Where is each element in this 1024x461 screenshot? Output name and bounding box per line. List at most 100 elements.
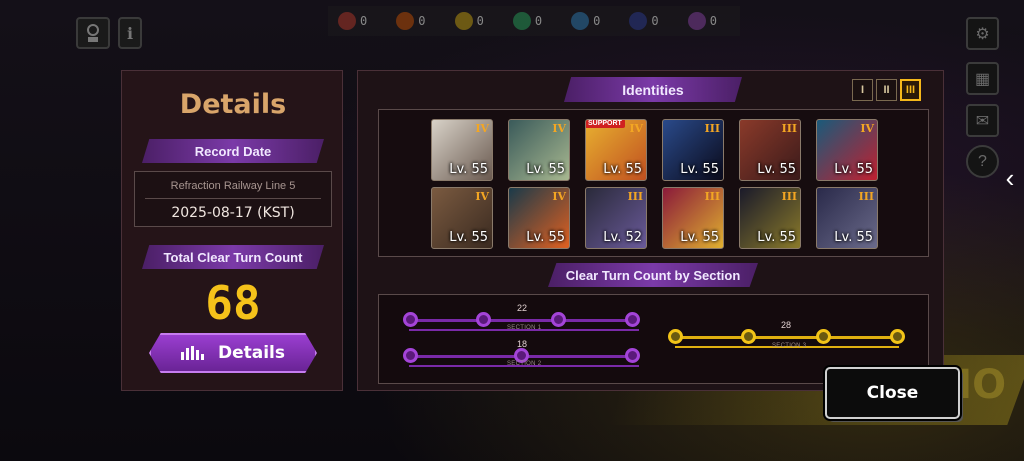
help-button[interactable]: ? <box>966 145 999 178</box>
identity-card[interactable]: IV Lv. 55 <box>816 119 878 181</box>
question-icon: ? <box>978 152 987 170</box>
resource-value: 0 <box>651 14 659 28</box>
identity-card[interactable]: SUPPORT IV Lv. 55 <box>585 119 647 181</box>
identity-card[interactable]: IV Lv. 55 <box>508 187 570 249</box>
support-badge: SUPPORT <box>586 120 625 128</box>
identity-level: Lv. 55 <box>449 230 488 245</box>
identity-level: Lv. 55 <box>834 230 873 245</box>
details-button-label: Details <box>217 343 285 363</box>
identity-level: Lv. 55 <box>757 230 796 245</box>
section-1-turns: 22 <box>517 303 528 313</box>
resource-item: 0 <box>512 12 565 30</box>
identity-rank: III <box>704 190 720 203</box>
details-title: Details <box>179 89 287 120</box>
identity-level: Lv. 55 <box>449 162 488 177</box>
identity-card[interactable]: III Lv. 55 <box>739 119 801 181</box>
gear-icon: ⚙ <box>975 25 990 43</box>
resource-item: 0 <box>687 12 740 30</box>
identity-level: Lv. 55 <box>526 230 565 245</box>
identity-rank: IV <box>475 122 489 135</box>
section-3-name: SECTION 3 <box>772 343 807 349</box>
identity-card[interactable]: IV Lv. 55 <box>508 119 570 181</box>
resource-item: 0 <box>571 12 623 30</box>
identities-label: Identities <box>564 77 742 102</box>
section-2-node <box>625 348 640 363</box>
section-1-node <box>476 312 491 327</box>
total-clear-turn-label: Total Clear Turn Count <box>142 245 324 269</box>
tier-tab[interactable]: II <box>876 79 897 101</box>
identity-card[interactable]: III Lv. 55 <box>739 187 801 249</box>
tier-tab[interactable]: III <box>900 79 921 101</box>
section-3-node <box>668 329 683 344</box>
record-date: 2025-08-17 (KST) <box>171 205 295 221</box>
pride-icon <box>629 12 648 30</box>
record-location: Refraction Railway Line 5 <box>170 180 296 192</box>
details-panel: Details Record Date Refraction Railway L… <box>121 70 343 391</box>
resource-value: 0 <box>476 14 484 28</box>
identity-rank: III <box>704 122 720 135</box>
mail-button[interactable]: ✉ <box>966 104 999 137</box>
settings-button[interactable]: ⚙ <box>966 17 999 50</box>
calendar-button[interactable]: ▦ <box>966 62 999 95</box>
sloth-icon <box>454 12 473 30</box>
divider <box>145 198 321 199</box>
info-button[interactable]: i <box>118 17 142 49</box>
identity-rank: IV <box>552 190 566 203</box>
identity-card[interactable]: III Lv. 55 <box>662 187 724 249</box>
tier-tab[interactable]: I <box>852 79 873 101</box>
calendar-icon: ▦ <box>974 70 991 88</box>
chevron-left-icon: ‹ <box>1005 162 1015 193</box>
resource-item: 0 <box>454 12 507 30</box>
bar-chart-icon <box>180 346 204 360</box>
resource-value: 0 <box>593 14 601 28</box>
details-button[interactable]: Details <box>149 333 317 373</box>
gluttony-icon <box>512 12 531 30</box>
identity-card[interactable]: III Lv. 52 <box>585 187 647 249</box>
resource-value: 0 <box>360 14 368 28</box>
resource-value: 0 <box>709 14 717 28</box>
section-3-node <box>741 329 756 344</box>
wrath-icon <box>338 12 356 30</box>
resource-item: 0 <box>629 12 681 30</box>
identity-rank: III <box>858 190 874 203</box>
identity-card[interactable]: IV Lv. 55 <box>431 187 493 249</box>
section-1-node <box>403 312 418 327</box>
total-clear-turn-value: 68 <box>205 276 261 330</box>
identity-level: Lv. 55 <box>680 162 719 177</box>
identity-rank: III <box>781 122 797 135</box>
identity-level: Lv. 55 <box>526 162 565 177</box>
section-2-name: SECTION 2 <box>507 361 542 367</box>
identity-level: Lv. 55 <box>757 162 796 177</box>
section-3-turns: 28 <box>781 320 792 330</box>
mail-icon: ✉ <box>975 112 990 130</box>
close-button-label: Close <box>866 383 919 403</box>
identity-rank: III <box>781 190 797 203</box>
gloom-icon <box>571 12 590 30</box>
profile-icon-button[interactable] <box>76 17 110 49</box>
section-label: Clear Turn Count by Section <box>548 263 758 287</box>
section-3-node <box>890 329 905 344</box>
tier-tabs: I II III <box>852 79 921 101</box>
section-1-node <box>551 312 566 327</box>
identity-grid: IV Lv. 55 IV Lv. 55 SUPPORT IV Lv. 55 III Lv. 55… <box>378 109 929 257</box>
identity-card[interactable]: III Lv. 55 <box>816 187 878 249</box>
identity-card[interactable]: III Lv. 55 <box>662 119 724 181</box>
resource-value: 0 <box>418 14 426 28</box>
section-3-track <box>675 336 899 339</box>
lust-icon <box>396 12 415 30</box>
resource-item: 0 <box>396 12 448 30</box>
collapse-sidebar-button[interactable]: ‹ <box>996 158 1024 198</box>
close-button[interactable]: Close <box>825 367 960 419</box>
identities-panel: Identities I II III IV Lv. 55 IV Lv. 55 SUPPOR… <box>357 70 944 391</box>
section-2-node <box>403 348 418 363</box>
identity-card[interactable]: IV Lv. 55 <box>431 119 493 181</box>
identity-rank: IV <box>552 122 566 135</box>
record-date-label: Record Date <box>142 139 324 163</box>
resource-bar: 0 0 0 0 0 0 0 <box>328 6 740 36</box>
profile-icon <box>87 24 99 42</box>
identity-level: Lv. 52 <box>603 230 642 245</box>
record-box: Refraction Railway Line 5 2025-08-17 (KS… <box>134 171 332 227</box>
identity-rank: III <box>627 190 643 203</box>
identity-level: Lv. 55 <box>603 162 642 177</box>
identity-level: Lv. 55 <box>834 162 873 177</box>
